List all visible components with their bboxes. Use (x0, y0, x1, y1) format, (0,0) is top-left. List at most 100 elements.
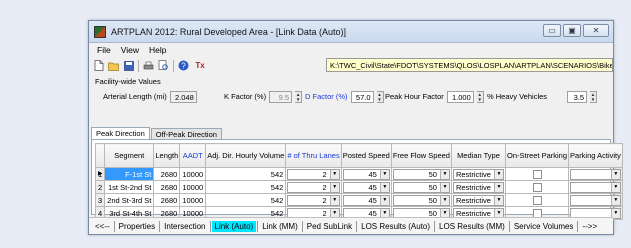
header-median-type: Median Type (450, 143, 506, 168)
median-type-dropdown[interactable]: Restrictive ▼ (450, 167, 506, 181)
chevron-down-icon: ▼ (493, 195, 503, 205)
length-cell[interactable]: 2680 (153, 193, 181, 207)
length-cell[interactable]: 2680 (153, 180, 181, 194)
nav-next-button[interactable]: -->> (579, 221, 600, 232)
nav-tab-intersection[interactable]: Intersection (161, 221, 208, 232)
d-factor-spinner[interactable]: ▲ ▼ (376, 90, 384, 103)
peak-hour-factor-spinner[interactable]: ▲ ▼ (476, 90, 484, 103)
on-street-parking-checkbox-cell[interactable] (504, 167, 570, 181)
title-bar: ARTPLAN 2012: Rural Developed Area - [Li… (89, 21, 613, 43)
aadt-cell[interactable]: 10000 (179, 193, 207, 207)
facility-wide-values: Facility-wide Values Arterial Length (mi… (89, 76, 613, 110)
print-preview-icon[interactable] (158, 60, 169, 71)
header-length: Length (153, 143, 181, 168)
median-type-dropdown[interactable]: Restrictive ▼ (450, 180, 506, 194)
on-street-parking-checkbox-cell[interactable] (504, 193, 570, 207)
segment-cell[interactable]: F-1st St (104, 167, 155, 181)
minimize-button[interactable]: ▭ (543, 24, 561, 37)
segment-cell[interactable]: 2nd St-3rd St (104, 193, 155, 207)
segment-cell[interactable]: 1st St-2nd St (104, 180, 155, 194)
chevron-down-icon: ▼ (379, 182, 389, 192)
on-street-parking-checkbox[interactable] (532, 195, 542, 205)
nav-previous-button[interactable]: <<-- (92, 221, 113, 232)
header-posted-speed: Posted Speed (340, 143, 392, 168)
nav-tab-link-mm[interactable]: Link (MM) (259, 221, 301, 232)
on-street-parking-checkbox[interactable] (532, 169, 542, 179)
file-path-display: K:\TWC_Civil\State\FDOT\SYSTEMS\QLOS\LOS… (326, 58, 613, 72)
close-button[interactable]: ✕ (583, 24, 609, 37)
header-on-street-parking: On-Street Parking (504, 143, 570, 168)
parking-activity-dropdown[interactable]: ▼ (568, 167, 623, 181)
chevron-down-icon: ▼ (329, 182, 339, 192)
link-data-panel: Segment Length AADT Adj. Dir. Hourly Vol… (91, 139, 623, 220)
nav-tab-link-auto[interactable]: Link (Auto) (211, 220, 257, 232)
chevron-down-icon: ▼ (379, 195, 389, 205)
volume-cell[interactable]: 542 (205, 167, 287, 181)
on-street-parking-checkbox-cell[interactable] (504, 180, 570, 194)
print-icon[interactable] (143, 60, 154, 71)
chevron-down-icon: ▼ (493, 182, 503, 192)
heavy-vehicles-input[interactable]: 3.5 (567, 90, 588, 103)
volume-cell[interactable]: 542 (205, 180, 287, 194)
k-factor-input: 9.5 (269, 90, 293, 103)
save-icon[interactable] (123, 60, 134, 71)
open-icon[interactable] (108, 60, 119, 71)
tx-icon[interactable]: Tx (193, 60, 207, 71)
aadt-cell[interactable]: 10000 (179, 167, 207, 181)
header-free-flow-speed: Free Flow Speed (390, 143, 452, 168)
thru-lanes-dropdown[interactable]: 2 ▼ (285, 193, 342, 207)
free-flow-speed-dropdown[interactable]: 50 ▼ (390, 167, 452, 181)
parking-activity-dropdown[interactable]: ▼ (568, 180, 623, 194)
app-window: ARTPLAN 2012: Rural Developed Area - [Li… (88, 20, 623, 235)
chevron-down-icon: ▼ (439, 182, 449, 192)
chevron-down-icon: ▼ (610, 195, 620, 205)
chevron-down-icon: ▼ (493, 169, 503, 179)
chevron-down-icon: ▼ (329, 195, 339, 205)
d-factor-label: D Factor (%) (305, 92, 348, 101)
peak-hour-factor-input[interactable]: 1.000 (446, 90, 474, 103)
help-icon[interactable]: ? (178, 60, 189, 71)
median-type-dropdown[interactable]: Restrictive ▼ (450, 193, 506, 207)
heavy-vehicles-label: % Heavy Vehicles (487, 92, 548, 101)
navigation-tabs: <<-- Properties Intersection Link (Auto)… (89, 217, 613, 234)
nav-tab-ped-sublink[interactable]: Ped SubLink (304, 221, 355, 232)
posted-speed-dropdown[interactable]: 45 ▼ (340, 193, 392, 207)
nav-tab-properties[interactable]: Properties (116, 221, 158, 232)
table-row: 2 1st St-2nd St 2680 10000 542 2 ▼ 45 ▼ 50… (94, 180, 623, 194)
app-icon (94, 26, 106, 38)
posted-speed-dropdown[interactable]: 45 ▼ (340, 180, 392, 194)
table-row: ▶ 1 F-1st St 2680 10000 542 2 ▼ 45 ▼ 50 ▼ Re… (94, 167, 623, 181)
chevron-down-icon: ▼ (610, 182, 620, 192)
thru-lanes-dropdown[interactable]: 2 ▼ (285, 180, 342, 194)
header-row-selector (94, 143, 106, 168)
nav-tab-service-volumes[interactable]: Service Volumes (511, 221, 577, 232)
thru-lanes-dropdown[interactable]: 2 ▼ (285, 167, 342, 181)
volume-cell[interactable]: 542 (205, 193, 287, 207)
menu-view[interactable]: View (116, 45, 144, 55)
window-title: ARTPLAN 2012: Rural Developed Area - [Li… (111, 27, 346, 37)
parking-activity-dropdown[interactable]: ▼ (568, 193, 623, 207)
nav-tab-los-results-mm[interactable]: LOS Results (MM) (436, 221, 508, 232)
menu-bar: File View Help (89, 43, 613, 57)
header-segment: Segment (104, 143, 155, 168)
facility-title: Facility-wide Values (95, 77, 161, 86)
heavy-vehicles-spinner[interactable]: ▲ ▼ (590, 90, 598, 103)
maximize-button[interactable]: ▣ (563, 24, 581, 37)
row-number[interactable]: 2 (94, 180, 106, 194)
peak-hour-factor-label: Peak Hour Factor (385, 92, 444, 101)
menu-help[interactable]: Help (144, 45, 171, 55)
length-cell[interactable]: 2680 (153, 167, 181, 181)
new-icon[interactable] (93, 60, 104, 71)
posted-speed-dropdown[interactable]: 45 ▼ (340, 167, 392, 181)
row-number[interactable]: 3 (94, 193, 106, 207)
aadt-cell[interactable]: 10000 (179, 180, 207, 194)
d-factor-input[interactable]: 57.0 (350, 90, 374, 103)
free-flow-speed-dropdown[interactable]: 50 ▼ (390, 180, 452, 194)
free-flow-speed-dropdown[interactable]: 50 ▼ (390, 193, 452, 207)
chevron-down-icon: ▼ (439, 169, 449, 179)
table-row: 3 2nd St-3rd St 2680 10000 542 2 ▼ 45 ▼ 50… (94, 193, 623, 207)
nav-tab-los-results-auto[interactable]: LOS Results (Auto) (358, 221, 433, 232)
on-street-parking-checkbox[interactable] (532, 182, 542, 192)
row-number[interactable]: ▶ 1 (94, 167, 106, 181)
menu-file[interactable]: File (92, 45, 116, 55)
